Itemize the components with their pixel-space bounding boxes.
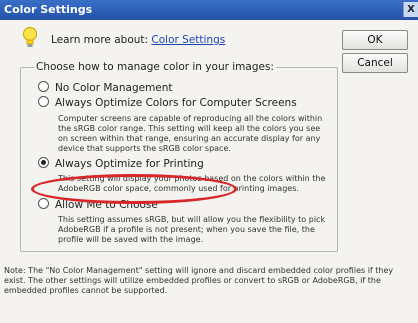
option-description: This setting assumes sRGB, but will allo… <box>58 215 326 244</box>
radio-optimize-printing[interactable] <box>38 157 49 168</box>
option-label: Always Optimize Colors for Computer Scre… <box>55 97 297 109</box>
title-bar: Color Settings X <box>0 0 418 20</box>
option-description: Computer screens are capable of reproduc… <box>58 114 323 153</box>
highlight-ellipse <box>31 174 237 204</box>
cancel-button[interactable]: Cancel <box>342 53 408 73</box>
close-button[interactable]: X <box>403 2 418 17</box>
window-title: Color Settings <box>4 3 93 16</box>
option-no-color-management[interactable]: No Color Management <box>38 81 173 95</box>
option-optimize-screens[interactable]: Always Optimize Colors for Computer Scre… <box>38 96 297 110</box>
radio-optimize-screens[interactable] <box>38 96 49 107</box>
radio-allow-choose[interactable] <box>38 198 49 209</box>
option-label: Always Optimize for Printing <box>55 158 204 170</box>
ok-button[interactable]: OK <box>342 30 408 50</box>
option-optimize-printing[interactable]: Always Optimize for Printing <box>38 157 204 171</box>
learn-more-prefix: Learn more about: <box>51 34 152 46</box>
note-text: Note: The "No Color Management" setting … <box>4 266 394 295</box>
color-settings-link[interactable]: Color Settings <box>151 34 225 46</box>
radio-no-color-management[interactable] <box>38 81 49 92</box>
group-legend: Choose how to manage color in your image… <box>34 61 276 73</box>
lightbulb-icon <box>23 27 37 47</box>
option-label: No Color Management <box>55 82 173 94</box>
learn-more-text: Learn more about: Color Settings <box>51 34 225 46</box>
